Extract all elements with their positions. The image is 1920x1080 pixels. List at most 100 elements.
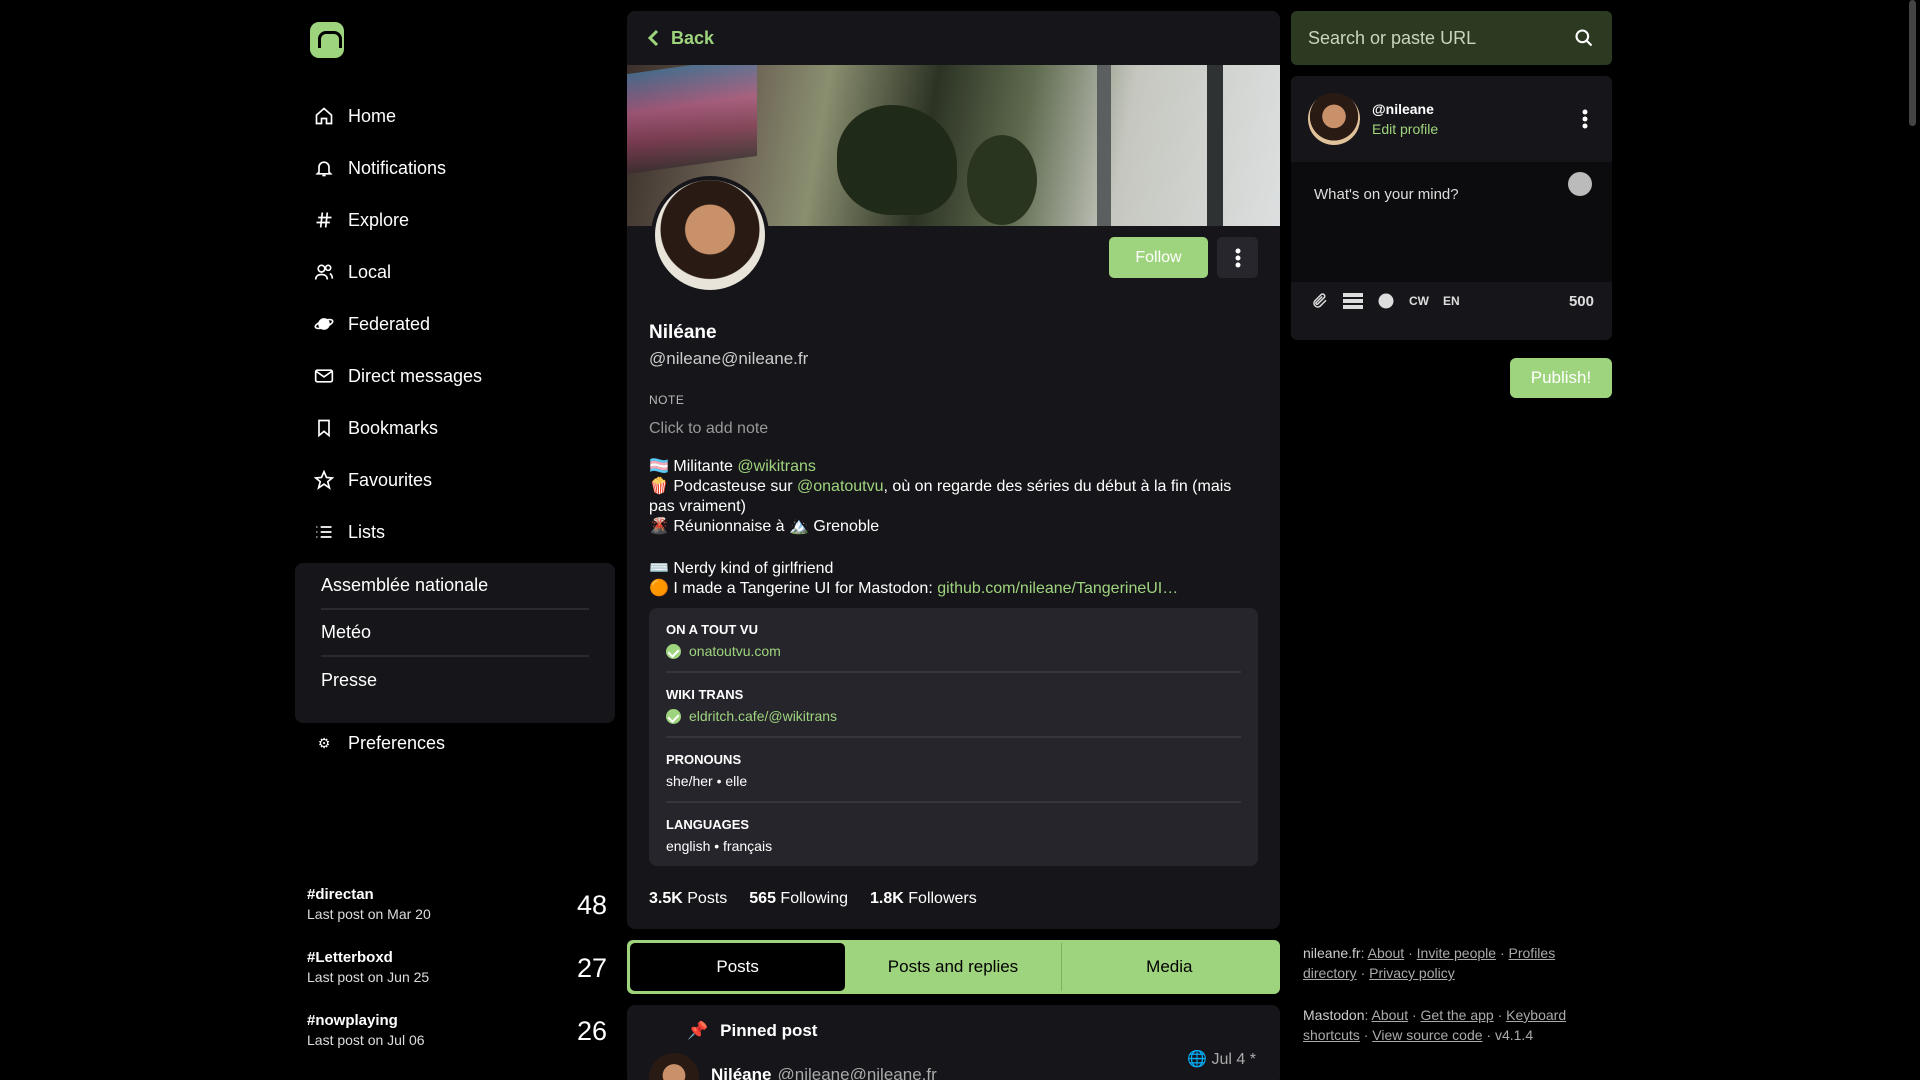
follow-button[interactable]: Follow [1109,237,1208,278]
post-author-handle[interactable]: @nileane@nileane.fr [777,1065,936,1080]
tag-count: 27 [576,953,607,983]
mention-link[interactable]: @onatoutvu [797,478,884,495]
pinned-post[interactable]: 📌 Pinned post Niléane @nileane@nileane.f… [627,1005,1280,1080]
search-placeholder: Search or paste URL [1308,27,1477,48]
tag-name: #directan [307,886,374,903]
nav-favourites-label: Favourites [348,469,433,490]
mention-link[interactable]: @wikitrans [737,458,815,475]
profile-field: WIKI TRANS eldritch.cafe/@wikitrans [666,673,1241,738]
avatar[interactable] [649,1053,699,1080]
trending-tag[interactable]: #Letterboxd Last post on Jun 25 27 [307,949,607,1012]
kebab-menu-icon [1235,248,1240,267]
nav-preferences[interactable]: ⚙ Preferences [313,733,445,754]
search-input[interactable]: Search or paste URL [1291,11,1612,65]
globe-icon [313,313,335,335]
followers-count[interactable]: 1.8K Followers [870,890,977,908]
list-icon [313,521,335,543]
footer-link[interactable]: About [1368,945,1405,961]
tab-posts[interactable]: Posts [630,943,846,991]
post-author-name[interactable]: Niléane [711,1065,771,1080]
nav-explore[interactable]: Explore [313,194,613,246]
kebab-menu-icon[interactable] [1582,109,1588,134]
globe-icon[interactable] [1377,292,1395,310]
tag-name: #nowplaying [307,1012,398,1029]
back-button[interactable]: Back [627,11,1280,65]
content-warning-button[interactable]: CW [1409,294,1429,308]
footer: nileane.fr: About · Invite people · Prof… [1303,943,1593,1045]
nav-notifications-label: Notifications [348,157,447,178]
gear-icon: ⚙ [317,735,331,751]
field-link[interactable]: eldritch.cafe/@wikitrans [689,708,837,724]
language-button[interactable]: EN [1443,294,1460,308]
nav-home-label: Home [348,105,397,126]
footer-link[interactable]: Get the app [1421,1007,1494,1023]
avatar[interactable] [1308,93,1360,145]
field-value: english • français [666,838,773,854]
nav-bookmarks[interactable]: Bookmarks [313,402,613,454]
profile-tabs: Posts Posts and replies Media [627,940,1280,994]
post-date[interactable]: 🌐 Jul 4 * [1187,1049,1256,1069]
bell-icon [313,157,335,179]
profile-field: ON A TOUT VU onatoutvu.com [666,608,1241,673]
star-icon [313,469,335,491]
mail-icon [313,365,335,387]
profile-avatar[interactable] [651,176,769,294]
left-sidebar: Home Notifications Explore Local Federat… [295,0,615,1080]
hash-icon [313,209,335,231]
paperclip-icon[interactable] [1311,292,1329,310]
compose-panel: @nileane Edit profile What's on your min… [1291,76,1612,340]
bio-line: 🍿 Podcasteuse sur @onatoutvu, où on rega… [649,478,1232,515]
trending-tag[interactable]: #directan Last post on Mar 20 48 [307,886,607,949]
field-value: she/her • elle [666,773,748,789]
posts-count[interactable]: 3.5K Posts [649,890,727,908]
footer-link[interactable]: Privacy policy [1369,965,1455,981]
trending-tags: #directan Last post on Mar 20 48 #Letter… [307,886,607,1075]
bio-line: 🏳️‍⚧️ Militante @wikitrans [649,458,816,475]
profile-name: Niléane [649,322,717,343]
tab-media[interactable]: Media [1060,943,1277,991]
tag-count: 26 [576,1016,607,1046]
mastodon-logo-icon[interactable] [310,22,344,58]
github-link[interactable]: github.com/nileane/TangerineUI… [937,580,1178,597]
publish-button[interactable]: Publish! [1510,358,1612,398]
more-options-button[interactable] [1217,237,1258,278]
search-icon[interactable] [1574,28,1594,48]
nav-direct-messages[interactable]: Direct messages [313,350,613,402]
nav-notifications[interactable]: Notifications [313,142,613,194]
footer-link[interactable]: About [1372,1007,1409,1023]
footer-link[interactable]: View source code [1372,1027,1482,1043]
compose-toolbar: CW EN 500 [1311,292,1594,310]
compose-textarea[interactable]: What's on your mind? [1291,162,1612,282]
nav-federated[interactable]: Federated [313,298,613,350]
profile-field: PRONOUNS she/her • elle [666,738,1241,803]
edit-profile-link[interactable]: Edit profile [1372,121,1438,137]
nav-lists[interactable]: Lists [313,506,613,558]
profile-card: Back Follow Niléane @nileane@nileane.fr … [627,11,1280,929]
profile-fields: ON A TOUT VU onatoutvu.com WIKI TRANS el… [649,608,1258,866]
field-link[interactable]: onatoutvu.com [689,643,781,659]
list-item[interactable]: Metéo [321,610,589,657]
current-user: @nileane Edit profile [1291,76,1612,162]
trending-tag[interactable]: #nowplaying Last post on Jul 06 26 [307,1012,607,1075]
nav-home[interactable]: Home [313,90,613,142]
profile-stats: 3.5K Posts 565 Following 1.8K Followers [649,866,1258,929]
footer-link[interactable]: Invite people [1417,945,1496,961]
nav-local[interactable]: Local [313,246,613,298]
following-count[interactable]: 565 Following [749,890,848,908]
profile-field: LANGUAGES english • français [666,803,1241,866]
nav-favourites[interactable]: Favourites [313,454,613,506]
tab-posts-and-replies[interactable]: Posts and replies [845,943,1060,991]
note-input[interactable]: Click to add note [649,420,1258,438]
current-user-handle[interactable]: @nileane [1372,101,1438,117]
poll-icon[interactable] [1343,292,1363,310]
emoji-picker-icon[interactable] [1568,172,1592,196]
globe-icon: 🌐 [1187,1051,1208,1068]
nav-explore-label: Explore [348,209,410,230]
tag-name: #Letterboxd [307,949,393,966]
list-item[interactable]: Assemblée nationale [321,563,589,610]
verified-check-icon [666,708,681,724]
list-item[interactable]: Presse [321,657,589,704]
users-icon [313,261,335,283]
field-key: ON A TOUT VU [666,622,758,637]
scrollbar[interactable] [1909,0,1916,126]
